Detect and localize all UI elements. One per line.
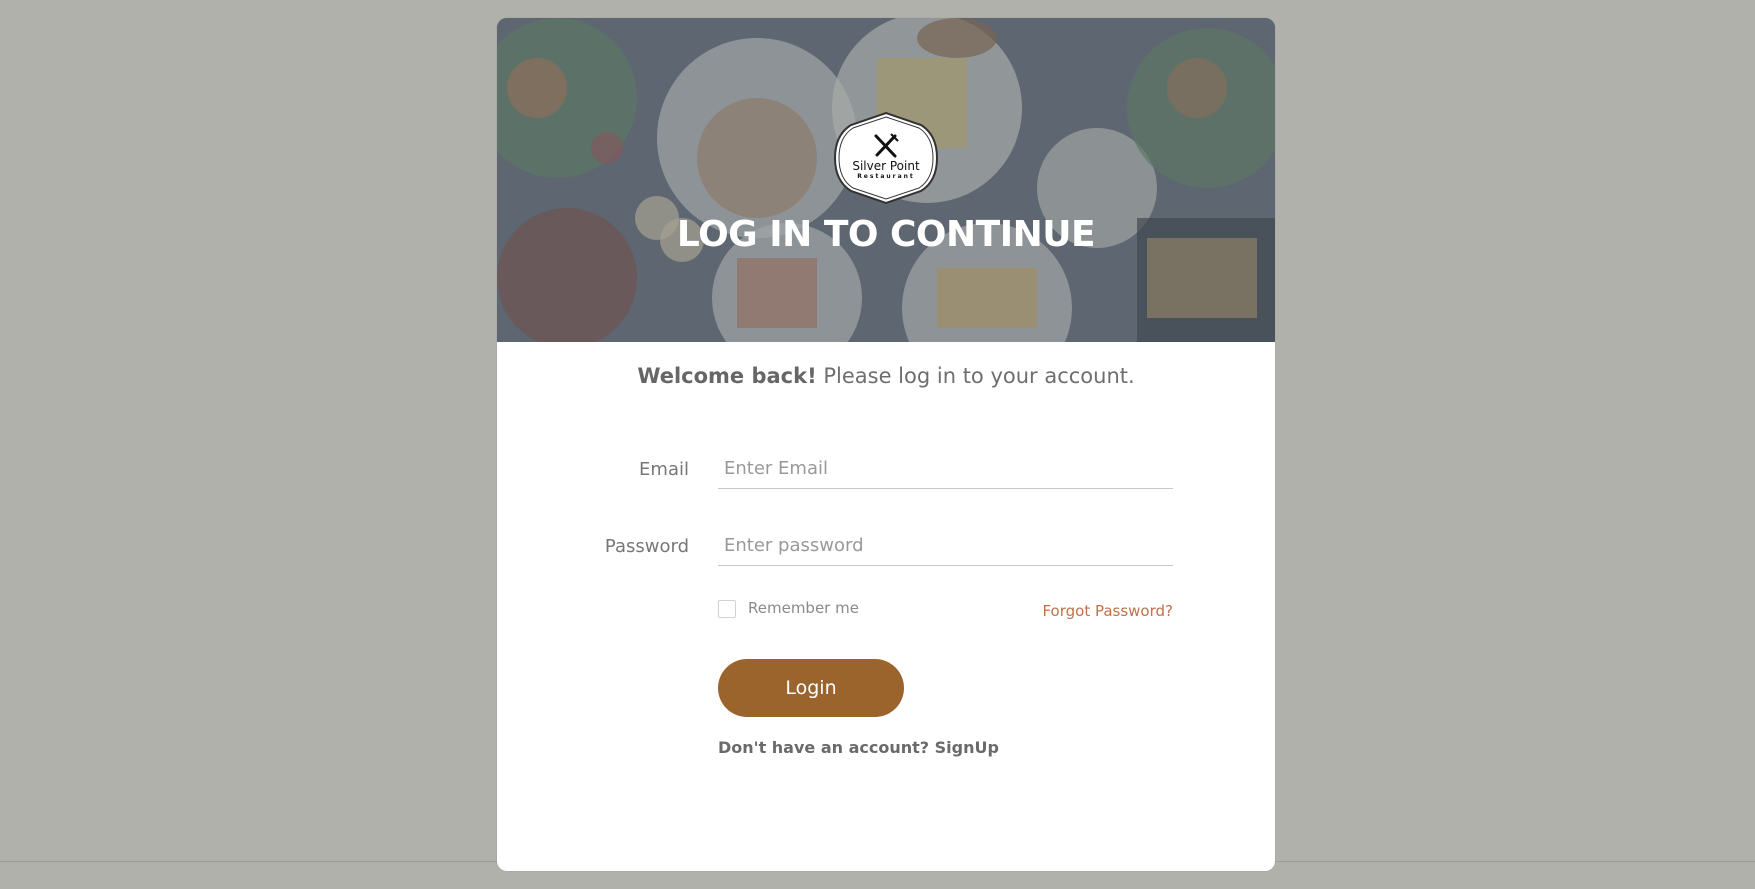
password-label: Password — [604, 536, 689, 557]
signup-prompt-text: Don't have an account? — [718, 738, 935, 757]
restaurant-logo: Silver Point Restaurant — [833, 111, 939, 205]
crossed-utensils-icon — [874, 133, 899, 158]
login-button[interactable]: Login — [718, 659, 904, 717]
welcome-bold: Welcome back! — [637, 364, 817, 388]
hero-banner: Silver Point Restaurant LOG IN TO CONTIN… — [497, 18, 1275, 342]
remember-me-checkbox[interactable] — [718, 600, 736, 618]
password-field[interactable] — [718, 526, 1173, 566]
logo-subtitle: Restaurant — [857, 173, 915, 180]
welcome-message: Welcome back! Please log in to your acco… — [497, 364, 1275, 388]
signup-prompt: Don't have an account? SignUp — [718, 738, 999, 757]
welcome-text: Please log in to your account. — [816, 364, 1135, 388]
login-card: Silver Point Restaurant LOG IN TO CONTIN… — [497, 18, 1275, 871]
remember-me-label[interactable]: Remember me — [748, 599, 859, 617]
page-title: LOG IN TO CONTINUE — [676, 214, 1096, 255]
logo-name: Silver Point — [852, 159, 920, 173]
forgot-password-link[interactable]: Forgot Password? — [1042, 602, 1173, 620]
email-field[interactable] — [718, 449, 1173, 489]
email-label: Email — [639, 459, 689, 480]
signup-link[interactable]: SignUp — [935, 738, 999, 757]
